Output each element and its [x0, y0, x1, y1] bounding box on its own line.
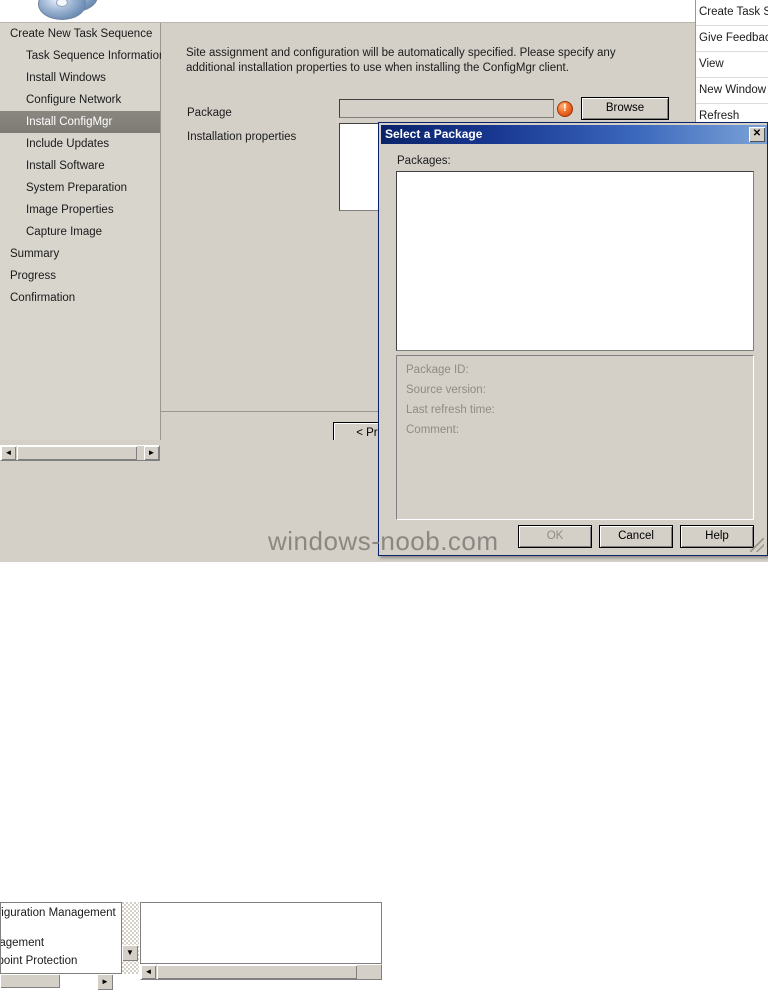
ok-button[interactable]: OK [518, 525, 592, 548]
nav-item-create-new-task-sequence[interactable]: Create New Task Sequence [0, 23, 160, 45]
console-tree-pane[interactable]: Configuration Management Management Endp… [0, 902, 122, 974]
package-input[interactable] [339, 99, 554, 118]
action-item-give-feedback[interactable]: Give Feedbac [696, 26, 768, 52]
select-a-package-dialog: Select a Package ✕ Packages: Package ID:… [378, 122, 768, 556]
nav-item-install-software[interactable]: Install Software [0, 155, 160, 177]
nav-horizontal-scrollbar[interactable]: ◄ ► [0, 445, 160, 461]
dialog-titlebar[interactable]: Select a Package ✕ [381, 125, 767, 144]
dialog-title: Select a Package [385, 127, 483, 141]
wizard-navigation-pane: Create New Task Sequence Task Sequence I… [0, 23, 165, 448]
nav-item-system-preparation[interactable]: System Preparation [0, 177, 160, 199]
tree-item-endpoint-protection[interactable]: Endpoint Protection [1, 955, 77, 967]
tree-item-management[interactable]: Management [1, 937, 44, 949]
console-results-horizontal-scrollbar[interactable]: ◄ [140, 964, 382, 980]
help-button[interactable]: Help [680, 525, 754, 548]
detail-source-version: Source version: [406, 384, 486, 396]
tree-scroll-right-arrow-icon[interactable]: ► [97, 974, 113, 990]
nav-item-capture-image[interactable]: Capture Image [0, 221, 160, 243]
package-label: Package [187, 107, 232, 119]
cd-disc-icon [38, 0, 100, 22]
watermark: windows-noob.com [268, 526, 499, 556]
tree-scroll-down-arrow-icon[interactable]: ▼ [122, 945, 138, 961]
action-item-view[interactable]: View [696, 52, 768, 78]
console-tree-vertical-track[interactable] [122, 902, 139, 974]
detail-comment: Comment: [406, 424, 460, 436]
nav-item-image-properties[interactable]: Image Properties [0, 199, 160, 221]
scroll-right-arrow-icon[interactable]: ► [144, 446, 159, 460]
cancel-button[interactable]: Cancel [599, 525, 673, 548]
wizard-banner [0, 0, 700, 23]
console-tree-footer-button[interactable] [0, 974, 60, 988]
nav-item-install-configmgr[interactable]: Install ConfigMgr [0, 111, 160, 133]
wizard-description: Site assignment and configuration will b… [186, 47, 616, 74]
browse-button[interactable]: Browse [581, 97, 669, 120]
detail-package-id: Package ID: [406, 364, 469, 376]
nav-item-configure-network[interactable]: Configure Network [0, 89, 160, 111]
console-results-pane[interactable] [140, 902, 382, 964]
installation-properties-label: Installation properties [187, 131, 297, 143]
resize-grip-icon[interactable] [750, 538, 764, 552]
screen-root: Create New Task Sequence Task Sequence I… [0, 0, 768, 990]
detail-last-refresh-time: Last refresh time: [406, 404, 495, 416]
packages-listbox[interactable] [396, 171, 754, 351]
nav-item-include-updates[interactable]: Include Updates [0, 133, 160, 155]
nav-scroll-thumb[interactable] [17, 446, 137, 460]
error-exclamation-icon [557, 100, 573, 117]
nav-item-install-windows[interactable]: Install Windows [0, 67, 160, 89]
nav-item-task-sequence-information[interactable]: Task Sequence Information [0, 45, 165, 67]
package-details-panel: Package ID: Source version: Last refresh… [396, 355, 754, 520]
results-scroll-left-arrow-icon[interactable]: ◄ [141, 965, 156, 979]
nav-item-progress[interactable]: Progress [0, 265, 160, 287]
close-icon[interactable]: ✕ [749, 127, 765, 142]
action-item-create-task-sequence[interactable]: Create Task S [696, 0, 768, 26]
tree-item-configuration-management[interactable]: Configuration Management [1, 907, 116, 919]
action-item-new-window[interactable]: New Window [696, 78, 768, 104]
scroll-left-arrow-icon[interactable]: ◄ [1, 446, 16, 460]
results-scroll-thumb[interactable] [157, 965, 357, 979]
nav-item-summary[interactable]: Summary [0, 243, 160, 265]
action-menu-pane: Create Task S Give Feedbac View New Wind… [695, 0, 768, 130]
packages-label: Packages: [397, 155, 451, 167]
nav-item-confirmation[interactable]: Confirmation [0, 287, 160, 309]
